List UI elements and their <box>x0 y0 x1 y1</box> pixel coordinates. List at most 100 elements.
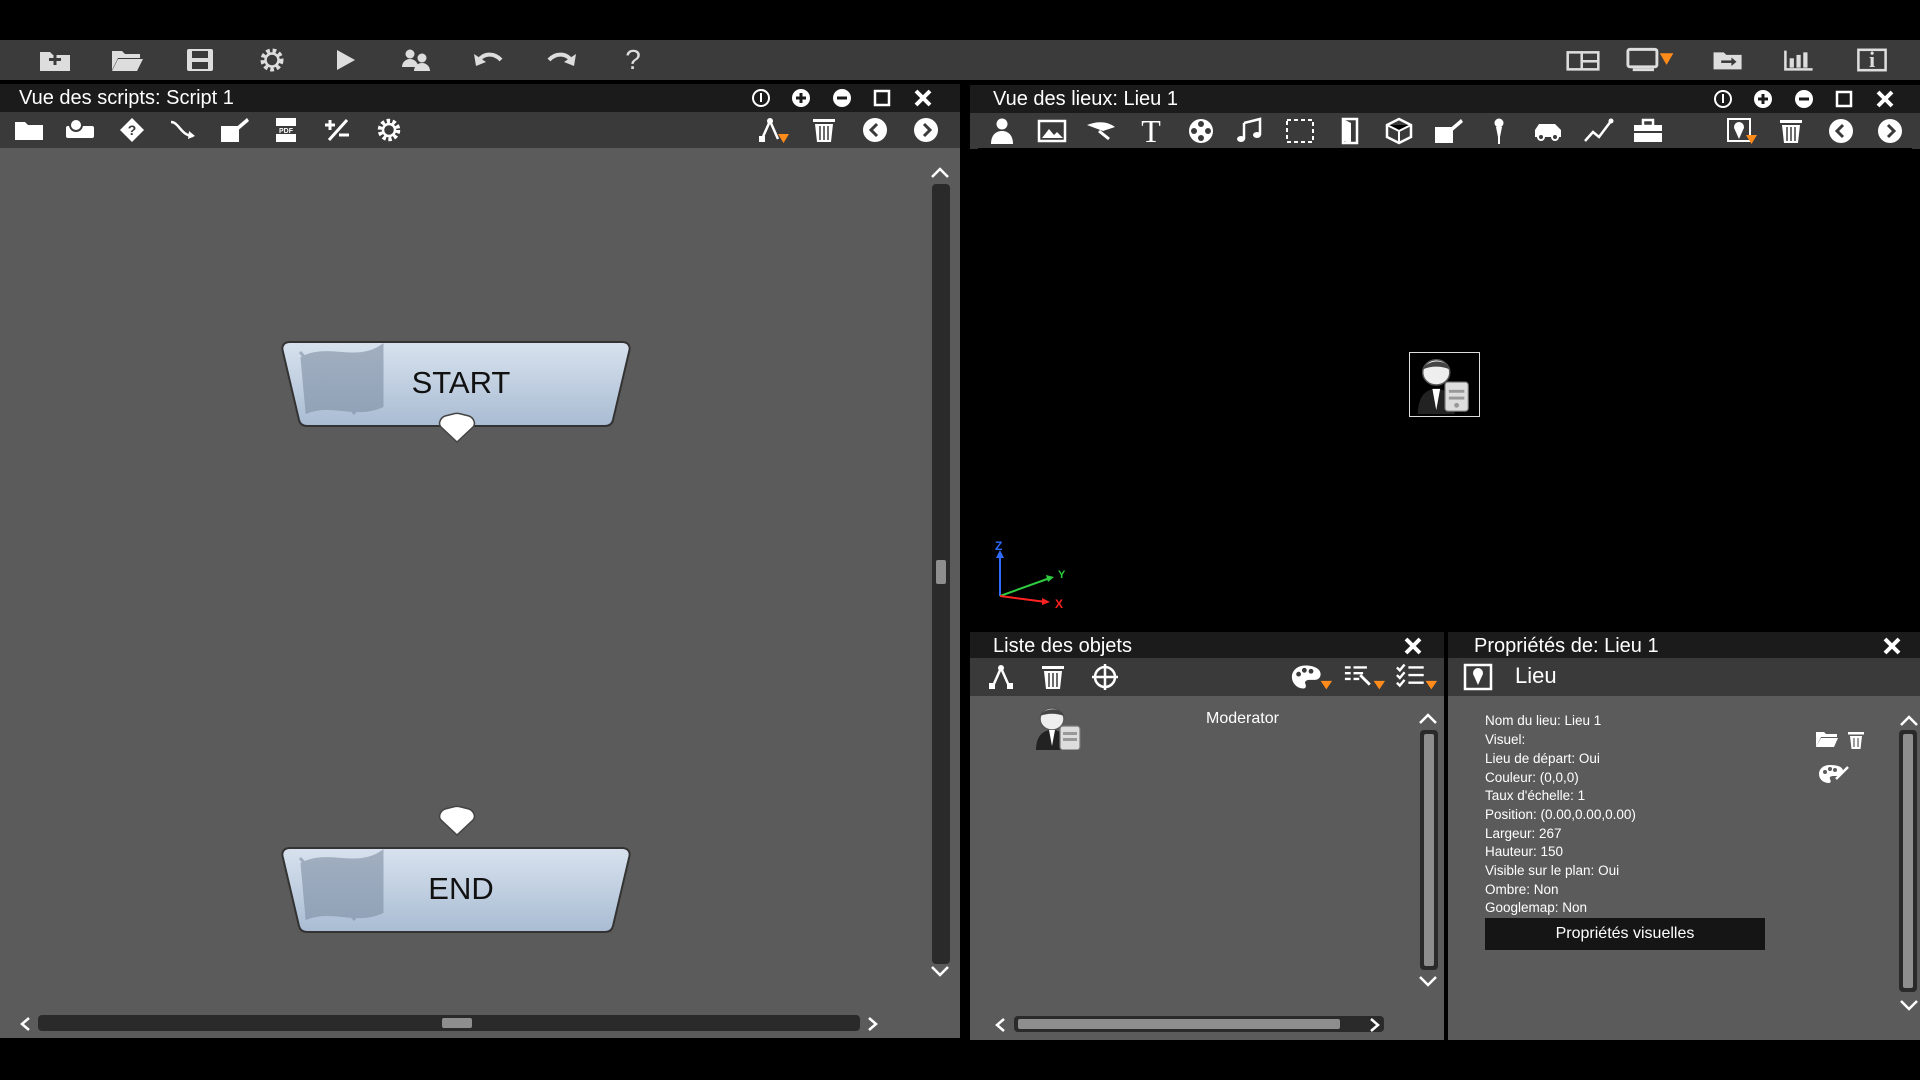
redo-icon[interactable] <box>541 44 581 76</box>
pin-icon[interactable] <box>1481 115 1517 147</box>
save-icon[interactable] <box>180 44 220 76</box>
brush-icon[interactable] <box>1083 115 1119 147</box>
settings-gear-icon[interactable] <box>252 44 292 76</box>
toolbox-icon[interactable] <box>1630 115 1666 147</box>
panel-divider[interactable] <box>960 84 970 1040</box>
zoom-in-icon[interactable] <box>790 87 812 109</box>
script-settings-icon[interactable] <box>371 114 407 146</box>
open-script-icon[interactable] <box>11 114 47 146</box>
places-previous-icon[interactable] <box>1823 115 1859 147</box>
properties-close-icon[interactable] <box>1881 635 1903 657</box>
next-arrow-icon[interactable] <box>908 114 944 146</box>
end-input-connector[interactable] <box>438 805 476 837</box>
new-folder-icon[interactable] <box>35 44 75 76</box>
person-icon[interactable] <box>984 115 1020 147</box>
layout-icon[interactable] <box>1561 44 1605 76</box>
scroll-right-arrow[interactable] <box>860 1014 884 1034</box>
edit-note-icon[interactable] <box>217 114 253 146</box>
properties-vertical-scrollbar[interactable] <box>1899 730 1917 992</box>
scroll-up-arrow[interactable] <box>928 162 952 182</box>
property-line: Lieu de départ: Oui <box>1485 751 1600 766</box>
scroll-down-arrow[interactable] <box>928 962 952 982</box>
users-icon[interactable] <box>396 44 436 76</box>
list-dropdown-icon[interactable] <box>1394 661 1440 693</box>
end-node[interactable]: END <box>280 844 632 934</box>
objects-scroll-right-arrow[interactable] <box>1362 1015 1386 1035</box>
list-item[interactable]: Moderator <box>1030 704 1410 750</box>
script-canvas[interactable]: START END <box>0 148 960 1038</box>
property-line: Taux d'échelle: 1 <box>1485 788 1586 803</box>
places-maximize-icon[interactable] <box>1833 88 1855 110</box>
objects-close-icon[interactable] <box>1402 635 1424 657</box>
film-reel-icon[interactable] <box>1183 115 1219 147</box>
properties-vertical-scroll-thumb[interactable] <box>1903 734 1913 988</box>
objects-scroll-down-arrow[interactable] <box>1416 972 1440 992</box>
music-note-icon[interactable] <box>1232 115 1268 147</box>
places-info-icon[interactable] <box>1712 88 1734 110</box>
properties-panel-title: Propriétés de: Lieu 1 <box>1474 635 1659 657</box>
open-folder-icon[interactable] <box>107 44 147 76</box>
trash-icon[interactable] <box>806 114 842 146</box>
play-icon[interactable] <box>325 44 365 76</box>
objects-horizontal-scrollbar[interactable] <box>1014 1016 1384 1032</box>
places-3d-view[interactable]: Z Y X <box>978 148 1912 618</box>
main-toolbar: ? i <box>0 40 1920 80</box>
palette-dropdown-icon[interactable] <box>1289 661 1335 693</box>
objects-scroll-up-arrow[interactable] <box>1416 708 1440 728</box>
objects-vertical-scroll-thumb[interactable] <box>1424 734 1434 966</box>
scroll-left-arrow[interactable] <box>14 1014 38 1034</box>
places-next-icon[interactable] <box>1872 115 1908 147</box>
visual-properties-button[interactable]: Propriétés visuelles <box>1485 918 1765 950</box>
places-trash-icon[interactable] <box>1773 115 1809 147</box>
car-icon[interactable] <box>1530 115 1566 147</box>
close-icon[interactable] <box>912 87 934 109</box>
help-icon[interactable]: ? <box>613 44 653 76</box>
link-arrow-icon[interactable] <box>165 114 201 146</box>
location-dropdown-icon[interactable] <box>1724 115 1760 147</box>
start-output-connector[interactable] <box>438 412 476 444</box>
places-close-icon[interactable] <box>1874 88 1896 110</box>
objects-vertical-scrollbar[interactable] <box>1420 730 1438 970</box>
axis-y-label: Y <box>1058 569 1066 581</box>
edit-object-icon[interactable] <box>1431 115 1467 147</box>
places-zoom-in-icon[interactable] <box>1752 88 1774 110</box>
text-tool-icon[interactable]: T <box>1133 113 1169 149</box>
delete-visual-icon[interactable] <box>1846 730 1866 750</box>
axis-x-label: X <box>1055 597 1063 611</box>
crosshair-icon[interactable] <box>1087 661 1123 693</box>
objects-horizontal-scroll-thumb[interactable] <box>1018 1019 1340 1029</box>
previous-arrow-icon[interactable] <box>857 114 893 146</box>
moderator-sprite[interactable] <box>1409 352 1480 417</box>
script-vertical-scroll-thumb[interactable] <box>936 560 946 584</box>
question-icon[interactable]: ? <box>114 114 150 146</box>
panel-info-icon[interactable] <box>750 87 772 109</box>
script-horizontal-scroll-thumb[interactable] <box>442 1018 472 1028</box>
undo-icon[interactable] <box>469 44 509 76</box>
browse-visual-folder-icon[interactable] <box>1815 728 1839 750</box>
selection-area-icon[interactable] <box>1282 115 1318 147</box>
maximize-icon[interactable] <box>871 87 893 109</box>
path-icon[interactable] <box>1580 115 1616 147</box>
info-icon[interactable]: i <box>1850 44 1894 76</box>
display-dropdown-icon[interactable] <box>1624 44 1684 76</box>
message-icon[interactable] <box>62 114 98 146</box>
hierarchy-dropdown-icon[interactable] <box>756 114 792 146</box>
stats-icon[interactable] <box>1777 44 1821 76</box>
3d-box-icon[interactable] <box>1381 115 1417 147</box>
objects-trash-icon[interactable] <box>1035 661 1071 693</box>
door-icon[interactable] <box>1332 115 1368 147</box>
zoom-out-icon[interactable] <box>831 87 853 109</box>
objects-scroll-left-arrow[interactable] <box>989 1015 1013 1035</box>
image-icon[interactable] <box>1034 115 1070 147</box>
filter-dropdown-icon[interactable] <box>1342 661 1388 693</box>
pdf-icon[interactable]: PDF <box>268 114 304 146</box>
properties-scroll-up-arrow[interactable] <box>1897 710 1920 730</box>
script-horizontal-scrollbar[interactable] <box>38 1015 860 1031</box>
properties-scroll-down-arrow[interactable] <box>1897 996 1920 1016</box>
script-vertical-scrollbar[interactable] <box>932 184 950 964</box>
color-palette-icon[interactable] <box>1818 763 1850 785</box>
export-icon[interactable] <box>1706 44 1750 76</box>
objects-hierarchy-icon[interactable] <box>983 661 1019 693</box>
plus-minus-icon[interactable] <box>319 114 355 146</box>
places-zoom-out-icon[interactable] <box>1793 88 1815 110</box>
